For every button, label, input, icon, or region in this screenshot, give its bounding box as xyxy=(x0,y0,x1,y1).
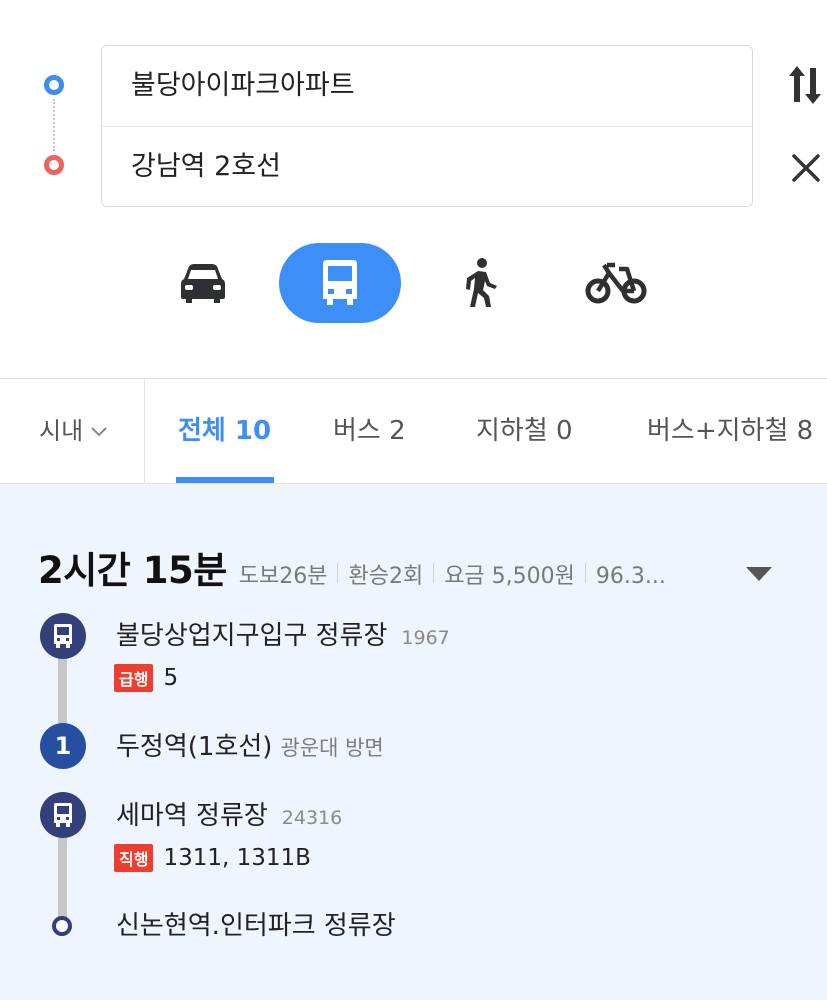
walk-time: 도보26분 xyxy=(238,564,328,589)
triangle-down-icon xyxy=(746,567,772,581)
separator xyxy=(337,563,339,583)
bus-icon xyxy=(54,803,72,827)
timeline-segment xyxy=(58,655,67,730)
route-search-panel: 불당아이파크아파트 강남역 2호선 xyxy=(0,0,827,378)
route-summary: 2시간 15분 도보26분 환승2회 요금 5,500원 96.3... xyxy=(38,540,666,592)
expand-route-button[interactable] xyxy=(744,564,774,584)
stop-name: 세마역 정류장 xyxy=(116,801,268,831)
step-stop[interactable]: 세마역 정류장 24316 xyxy=(116,795,342,832)
divider xyxy=(144,379,145,483)
separator xyxy=(433,563,435,583)
transfer-count: 환승2회 xyxy=(348,564,424,589)
distance: 96.3... xyxy=(595,564,666,589)
clear-button[interactable] xyxy=(786,148,826,188)
station-direction: 광운대 방면 xyxy=(280,736,384,760)
tab-bus[interactable]: 버스 2 xyxy=(333,379,406,483)
destination-dot-icon xyxy=(52,916,72,936)
timeline-segment xyxy=(58,838,67,920)
tab-subway[interactable]: 지하철 0 xyxy=(476,379,573,483)
route-type-badge: 직행 xyxy=(114,844,154,872)
subway-line-number: 1 xyxy=(54,732,72,760)
walk-icon xyxy=(466,258,497,307)
destination-pin-icon xyxy=(44,155,64,175)
swap-button[interactable] xyxy=(786,62,826,108)
bus-route-info: 급행 5 xyxy=(114,664,178,692)
bus-icon xyxy=(54,624,72,648)
region-dropdown[interactable]: 시내 xyxy=(39,379,109,483)
stop-code: 24316 xyxy=(281,807,343,829)
bus-route-info: 직행 1311, 1311B xyxy=(114,844,311,872)
origin-pin-icon xyxy=(44,75,64,95)
close-icon xyxy=(792,154,820,182)
bicycle-icon xyxy=(585,262,647,304)
step-final-stop[interactable]: 신논현역.인터파크 정류장 xyxy=(116,905,396,942)
route-filter-tabs: 시내 전체 10 버스 2 지하철 0 버스+지하철 8 xyxy=(0,378,827,484)
tab-bus-subway[interactable]: 버스+지하철 8 xyxy=(647,379,813,483)
bus-stop-node xyxy=(40,613,86,659)
bus-route-number: 1311, 1311B xyxy=(163,845,311,871)
step-stop[interactable]: 불당상업지구입구 정류장 1967 xyxy=(116,615,450,652)
bus-stop-node xyxy=(40,792,86,838)
stop-name: 불당상업지구입구 정류장 xyxy=(116,621,388,651)
region-label: 시내 xyxy=(39,417,84,445)
subway-line-node: 1 xyxy=(40,723,86,769)
chevron-down-icon xyxy=(91,427,107,437)
bus-route-number: 5 xyxy=(163,665,179,691)
mode-walk-button[interactable] xyxy=(440,243,520,323)
mode-transit-button[interactable] xyxy=(279,243,401,323)
swap-arrows-icon xyxy=(789,66,821,104)
stop-code: 1967 xyxy=(401,627,450,649)
active-tab-indicator xyxy=(176,477,274,483)
tab-all[interactable]: 전체 10 xyxy=(178,379,271,483)
mode-bicycle-button[interactable] xyxy=(576,243,656,323)
car-icon xyxy=(181,264,225,303)
station-name: 두정역(1호선) xyxy=(116,732,273,762)
step-station[interactable]: 두정역(1호선) 광운대 방면 xyxy=(116,726,384,763)
stop-name: 신논현역.인터파크 정류장 xyxy=(116,911,396,941)
fare: 요금 5,500원 xyxy=(444,564,575,589)
route-input-box: 불당아이파크아파트 강남역 2호선 xyxy=(101,45,753,207)
bus-icon xyxy=(323,260,357,305)
origin-input[interactable]: 불당아이파크아파트 xyxy=(102,46,752,127)
destination-input[interactable]: 강남역 2호선 xyxy=(102,127,752,206)
mode-car-button[interactable] xyxy=(163,243,243,323)
separator xyxy=(584,563,586,583)
route-type-badge: 급행 xyxy=(114,664,154,692)
total-time: 2시간 15분 xyxy=(38,549,227,592)
pin-connector xyxy=(53,99,55,151)
